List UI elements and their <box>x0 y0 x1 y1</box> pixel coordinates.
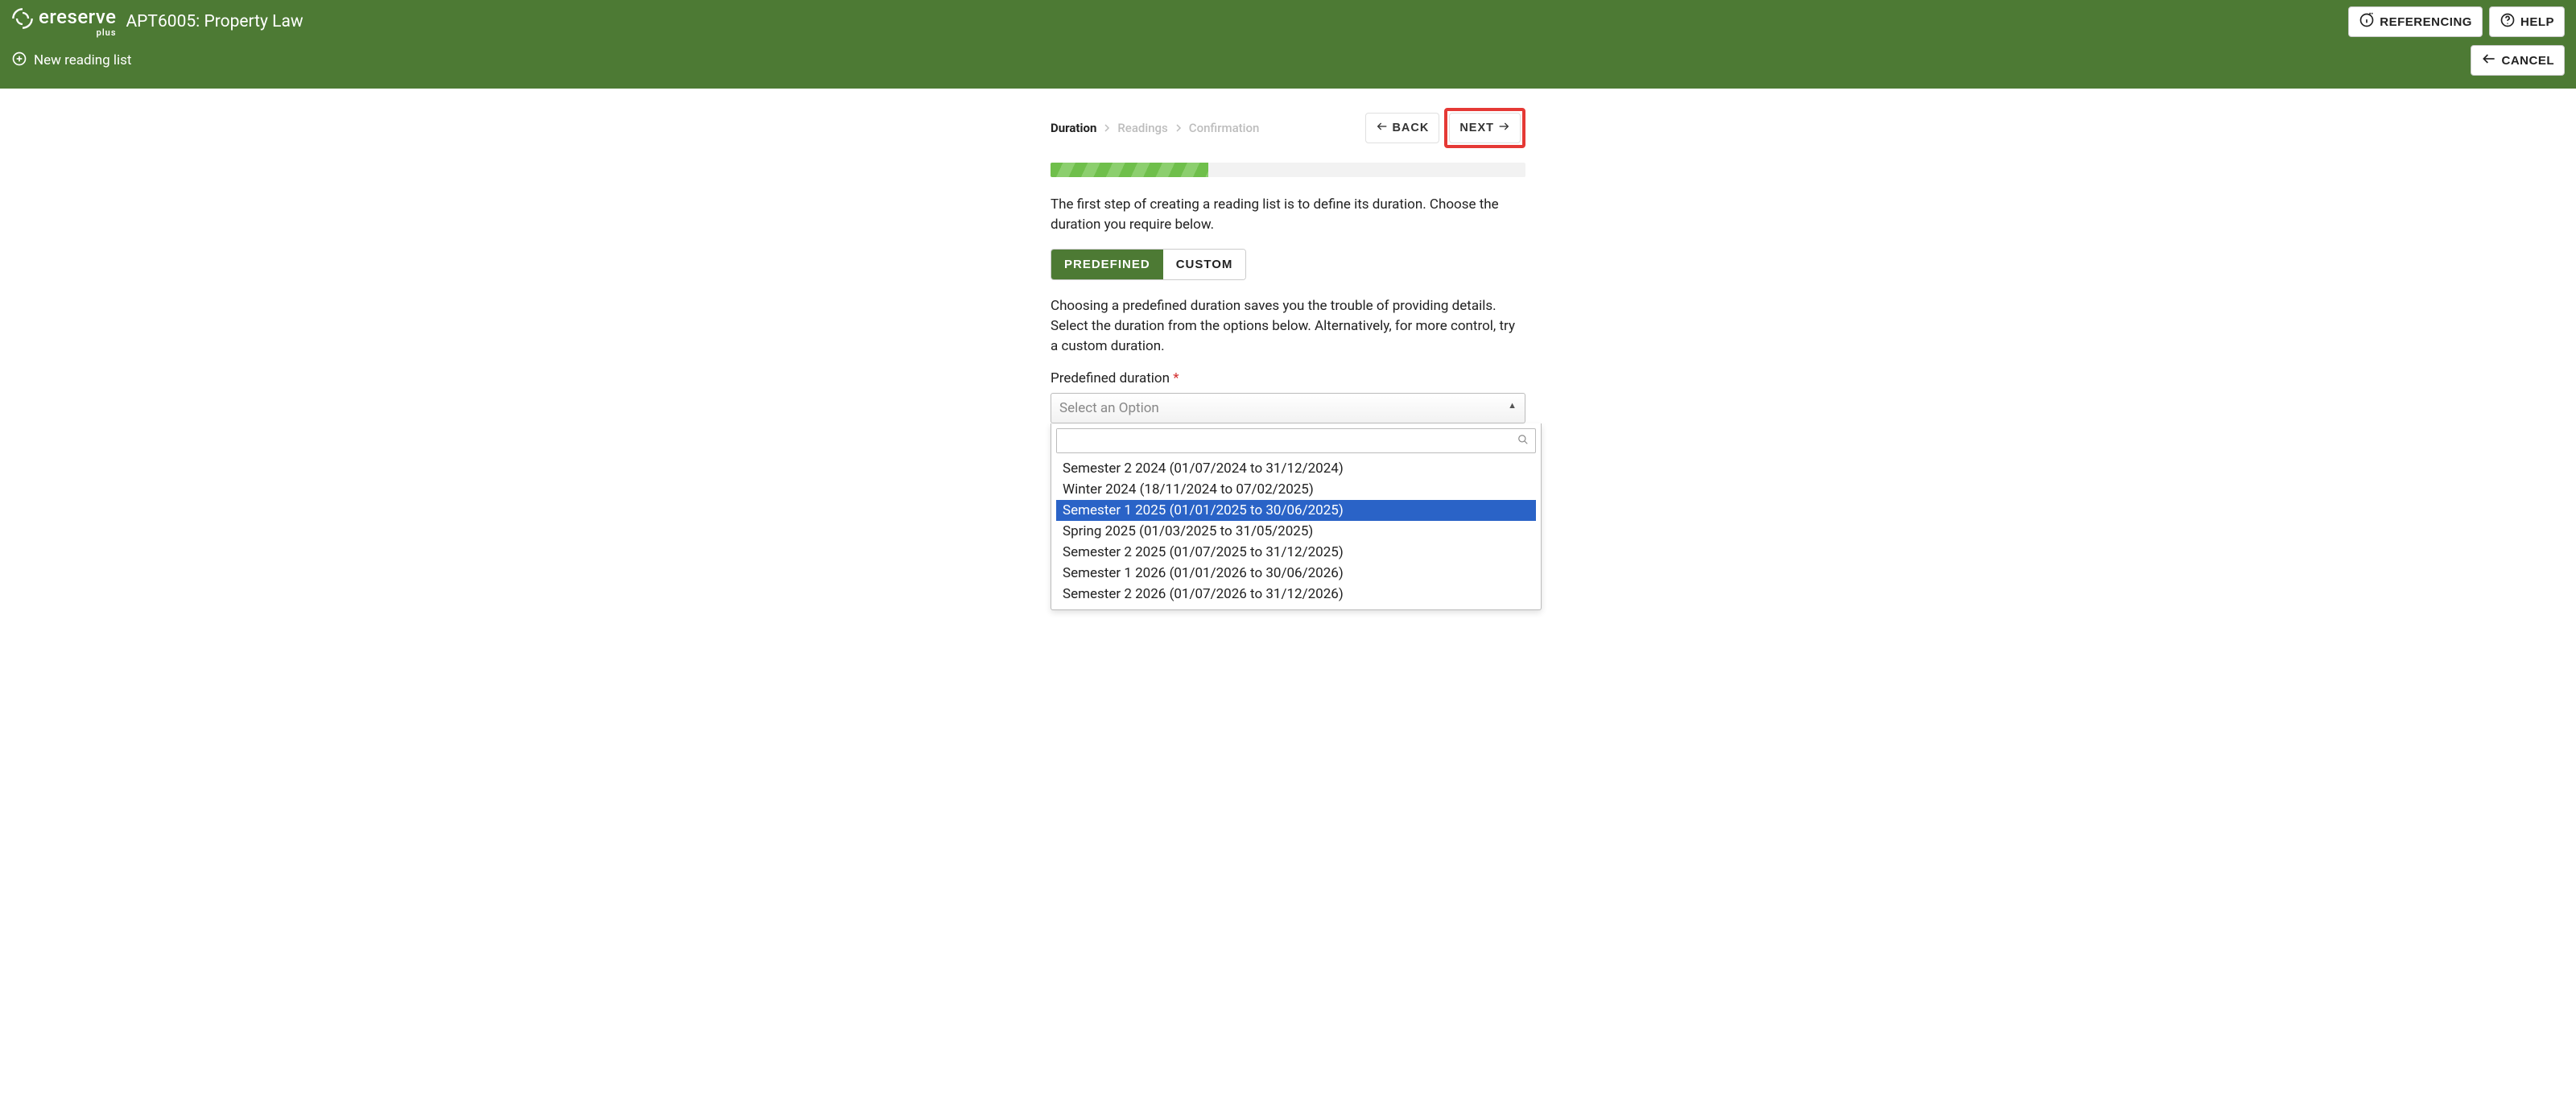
brand-sub: plus <box>97 28 117 37</box>
brand-logo: ereserve plus <box>11 7 116 37</box>
next-label: NEXT <box>1459 122 1494 134</box>
toggle-custom[interactable]: CUSTOM <box>1163 250 1246 279</box>
progress-bar <box>1051 163 1525 177</box>
chevron-right-icon <box>1103 124 1111 132</box>
search-icon <box>1511 433 1535 448</box>
crumb-duration: Duration <box>1051 121 1096 135</box>
predefined-duration-label: Predefined duration * <box>1051 370 1525 386</box>
dropdown-option[interactable]: Winter 2024 (18/11/2024 to 07/02/2025) <box>1056 479 1536 500</box>
help-text: Choosing a predefined duration saves you… <box>1051 296 1525 356</box>
brand-block: ereserve plus APT6005: Property Law <box>11 7 303 37</box>
wizard-breadcrumbs: Duration Readings Confirmation <box>1051 121 1259 135</box>
crumb-confirmation: Confirmation <box>1189 121 1260 135</box>
chevron-up-icon: ▲ <box>1508 400 1517 411</box>
toggle-predefined[interactable]: PREDEFINED <box>1051 250 1163 279</box>
required-mark: * <box>1173 370 1179 386</box>
main-content: Duration Readings Confirmation BACK NEXT <box>0 89 2576 610</box>
logo-swirl-icon <box>11 7 34 33</box>
referencing-button[interactable]: REFERENCING <box>2348 6 2483 37</box>
help-label: HELP <box>2520 15 2554 29</box>
arrow-right-icon <box>1497 120 1510 136</box>
new-reading-list-label: New reading list <box>34 52 131 68</box>
info-quote-icon <box>2359 12 2375 31</box>
back-button[interactable]: BACK <box>1365 113 1439 143</box>
dropdown-option[interactable]: Semester 2 2025 (01/07/2025 to 31/12/202… <box>1056 542 1536 563</box>
dropdown-option[interactable]: Semester 2 2026 (01/07/2026 to 31/12/202… <box>1056 584 1536 605</box>
cancel-label: CANCEL <box>2502 54 2555 68</box>
next-button-highlight: NEXT <box>1444 108 1525 148</box>
brand-name: ereserve <box>39 7 116 27</box>
arrow-left-icon <box>2481 51 2497 70</box>
chevron-right-icon <box>1174 124 1183 132</box>
referencing-label: REFERENCING <box>2380 15 2472 29</box>
cancel-button[interactable]: CANCEL <box>2471 45 2566 76</box>
header: ereserve plus APT6005: Property Law REFE… <box>0 0 2576 89</box>
predefined-duration-dropdown: Semester 2 2024 (01/07/2024 to 31/12/202… <box>1051 423 1542 610</box>
help-button[interactable]: HELP <box>2489 6 2565 37</box>
progress-fill <box>1051 163 1208 177</box>
next-button[interactable]: NEXT <box>1449 113 1521 143</box>
dropdown-option[interactable]: Semester 2 2024 (01/07/2024 to 31/12/202… <box>1056 458 1536 479</box>
intro-text: The first step of creating a reading lis… <box>1051 195 1525 234</box>
dropdown-search-wrapper <box>1056 428 1536 453</box>
crumb-readings: Readings <box>1117 121 1167 135</box>
duration-type-toggle: PREDEFINED CUSTOM <box>1051 249 1246 280</box>
help-icon <box>2500 12 2516 31</box>
back-label: BACK <box>1392 122 1429 134</box>
dropdown-option[interactable]: Semester 1 2026 (01/01/2026 to 30/06/202… <box>1056 563 1536 584</box>
predefined-duration-select[interactable]: Select an Option ▲ <box>1051 393 1525 423</box>
new-reading-list-link[interactable]: New reading list <box>11 51 131 71</box>
arrow-left-icon <box>1376 120 1389 136</box>
dropdown-option[interactable]: Semester 1 2025 (01/01/2025 to 30/06/202… <box>1056 500 1536 521</box>
plus-circle-icon <box>11 51 27 71</box>
dropdown-option[interactable]: Spring 2025 (01/03/2025 to 31/05/2025) <box>1056 521 1536 542</box>
page-title: APT6005: Property Law <box>126 12 303 31</box>
dropdown-search-input[interactable] <box>1057 429 1511 452</box>
select-placeholder: Select an Option <box>1059 400 1159 416</box>
